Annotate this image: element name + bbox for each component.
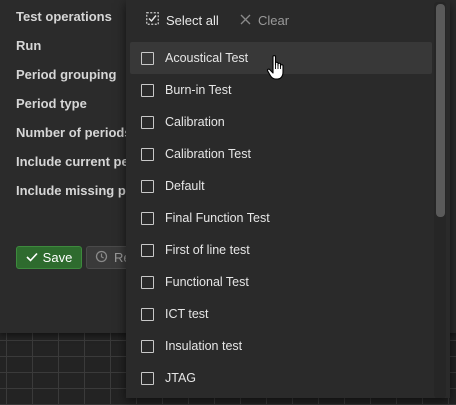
option-label: JTAG: [165, 371, 197, 385]
checkbox-icon[interactable]: [141, 83, 154, 97]
checkbox-icon[interactable]: [141, 211, 154, 225]
checkbox-icon[interactable]: [141, 51, 154, 65]
label-run: Run: [16, 38, 42, 53]
app-stage: Test operations Run Period grouping Peri…: [0, 0, 456, 405]
checkbox-icon[interactable]: [141, 371, 154, 385]
close-icon: [240, 13, 251, 28]
test-operations-dropdown: Select all Clear Acoustical Test Burn-in…: [126, 0, 450, 398]
option-label: Acoustical Test: [165, 51, 249, 65]
label-test-operations: Test operations: [16, 9, 112, 24]
option-functional-test[interactable]: Functional Test: [130, 266, 432, 298]
save-button-label: Save: [42, 250, 73, 265]
save-button[interactable]: Save: [16, 246, 82, 269]
option-label: Burn-in Test: [165, 83, 232, 97]
checkbox-icon[interactable]: [141, 307, 154, 321]
select-all-label: Select all: [166, 12, 219, 28]
option-jtag[interactable]: JTAG: [130, 362, 432, 394]
option-label: Insulation test: [165, 339, 243, 353]
option-calibration-test[interactable]: Calibration Test: [130, 138, 432, 170]
option-label: Calibration Test: [165, 147, 251, 161]
label-period-grouping: Period grouping: [16, 67, 117, 82]
checkbox-icon[interactable]: [141, 339, 154, 353]
select-all-checkbox-icon: [146, 12, 159, 28]
option-insulation-test[interactable]: Insulation test: [130, 330, 432, 362]
options-list: Acoustical Test Burn-in Test Calibration…: [130, 42, 432, 394]
option-first-of-line-test[interactable]: First of line test: [130, 234, 432, 266]
option-label: Final Function Test: [165, 211, 270, 225]
dropdown-header: Select all Clear: [126, 0, 434, 38]
clear-button[interactable]: Clear: [240, 12, 289, 28]
checkbox-icon[interactable]: [141, 179, 154, 193]
history-icon: [95, 250, 108, 266]
option-calibration[interactable]: Calibration: [130, 106, 432, 138]
checkbox-icon[interactable]: [141, 147, 154, 161]
option-label: Functional Test: [165, 275, 249, 289]
checkmark-icon: [26, 250, 38, 265]
option-label: Default: [165, 179, 205, 193]
label-number-of-periods: Number of periods: [16, 125, 132, 140]
option-final-function-test[interactable]: Final Function Test: [130, 202, 432, 234]
checkbox-icon[interactable]: [141, 275, 154, 289]
checkbox-icon[interactable]: [141, 115, 154, 129]
select-all-button[interactable]: Select all: [146, 12, 219, 28]
checkbox-icon[interactable]: [141, 243, 154, 257]
label-period-type: Period type: [16, 96, 87, 111]
option-label: ICT test: [165, 307, 209, 321]
dropdown-scrollbar-thumb[interactable]: [436, 4, 445, 217]
option-label: First of line test: [165, 243, 250, 257]
option-label: Calibration: [165, 115, 225, 129]
clear-label: Clear: [258, 12, 290, 28]
hand-pointer-icon: [266, 55, 284, 80]
option-ict-test[interactable]: ICT test: [130, 298, 432, 330]
option-default[interactable]: Default: [130, 170, 432, 202]
